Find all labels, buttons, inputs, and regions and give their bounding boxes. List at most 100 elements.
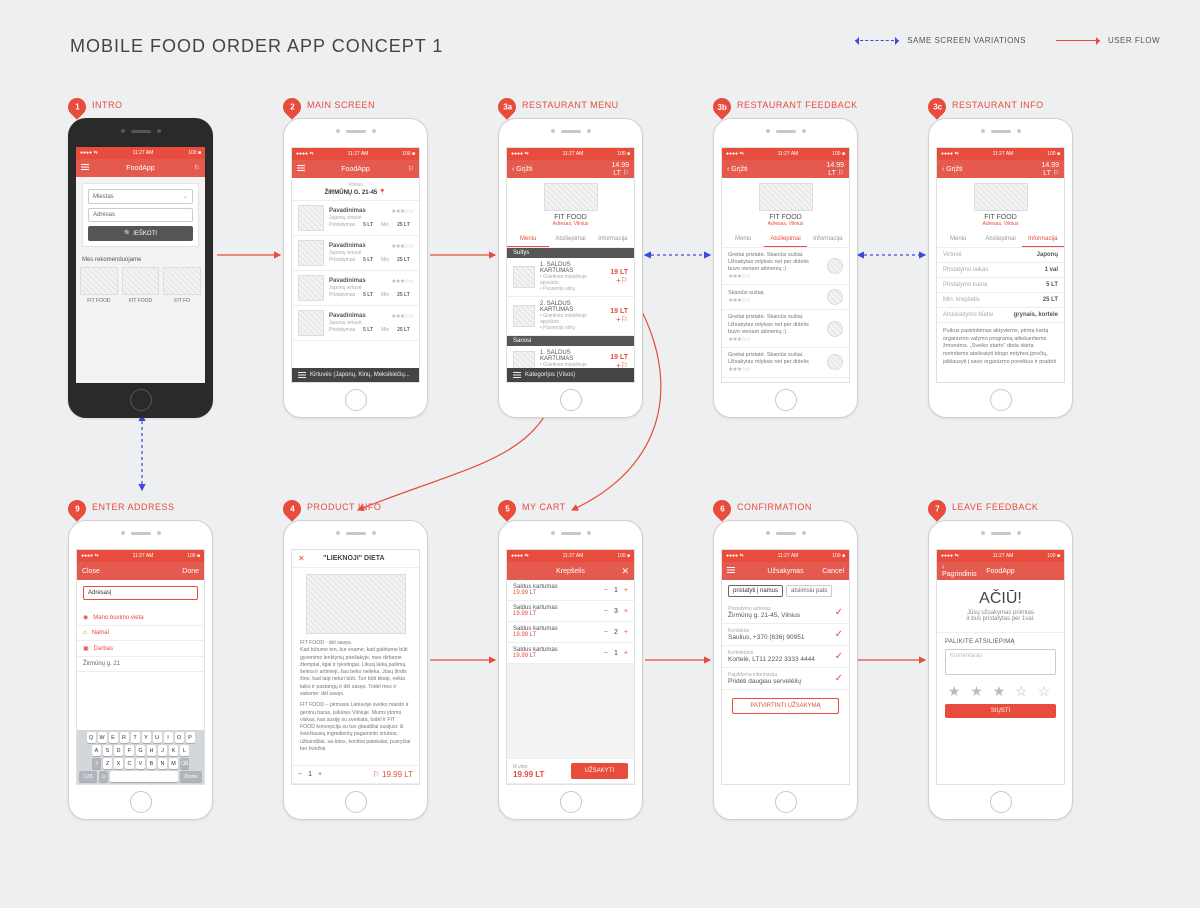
page-title: MOBILE FOOD ORDER APP CONCEPT 1	[70, 36, 443, 57]
review-row: Greitai pristatė. Skaniūs sušiai. Užsaky…	[722, 310, 849, 347]
phone-feedback: ●●●● ⇆11:27 AM100 ■ ‹ Grįžti14.99 LT ⚐ F…	[713, 118, 858, 418]
plus-button[interactable]: +	[624, 650, 628, 657]
category-filter[interactable]: Kategorijos (Visos)	[507, 368, 634, 382]
phone-product: ✕"LIEKNOJI" DIETA FIT FOOD - dėl savęs. …	[283, 520, 428, 820]
opt-work[interactable]: ▣ Darbas	[77, 641, 204, 657]
back-button[interactable]: ‹ Pagrindinis	[942, 564, 966, 578]
info-row: Pristatymo laikas1 val	[937, 263, 1064, 278]
search-button[interactable]: 🔍 IEŠKOTI	[88, 226, 193, 241]
done-button[interactable]: Done	[175, 568, 199, 575]
legend: SAME SCREEN VARIATIONS USER FLOW	[855, 36, 1160, 45]
cancel-button[interactable]: Cancel	[820, 568, 844, 575]
minus-button[interactable]: −	[604, 629, 608, 636]
back-button[interactable]: ‹ Grįžti	[512, 166, 536, 173]
opt-location[interactable]: ◉ Mano buvimo vieta	[77, 610, 204, 626]
minus-button[interactable]: −	[298, 771, 302, 778]
address-field[interactable]: Adresas|	[83, 586, 198, 600]
minus-button[interactable]: −	[604, 608, 608, 615]
review-row: Skaniūs sušiai.★★★☆☆	[722, 285, 849, 310]
phone-main: ●●●● ⇆11:27 AM100 ■ FoodApp⚐ Vilnius ŽIR…	[283, 118, 428, 418]
plus-button[interactable]: +	[318, 771, 322, 778]
pin-label-1: INTRO	[92, 100, 123, 110]
pin-4: 4	[279, 496, 304, 521]
confirm-row[interactable]: Kortelė/pnsKortelė, LT11 2222 3333 4444 …	[722, 646, 849, 668]
confirm-row[interactable]: KontaktaiSaulius, +370 (636) 90951 ✓	[722, 624, 849, 646]
restaurant-row[interactable]: Pavadinimas★★★☆☆ Juponų virtuvė Pristaty…	[292, 236, 419, 271]
pin-label-9: ENTER ADDRESS	[92, 502, 175, 512]
restaurant-row[interactable]: Pavadinimas★★★☆☆ Juponų virtuvė Pristaty…	[292, 201, 419, 236]
star-rating[interactable]: ★ ★ ★ ☆ ☆	[945, 679, 1056, 704]
address-input[interactable]: Adresas	[88, 208, 193, 222]
pin-label-2: MAIN SCREEN	[307, 100, 375, 110]
close-icon[interactable]: ✕	[298, 554, 305, 563]
tab-info[interactable]: Informacija	[592, 232, 634, 247]
suggestion[interactable]: Žirmūnų g. 21	[77, 657, 204, 672]
close-button[interactable]: Close	[82, 568, 106, 575]
phone-cart: ●●●● ⇆11:27 AM100 ■ Krepšelis✕ Saldus ka…	[498, 520, 643, 820]
restaurant-row[interactable]: Pavadinimas★★★☆☆ Juponų virtuvė Pristaty…	[292, 306, 419, 341]
minus-button[interactable]: −	[604, 650, 608, 657]
cart-row: Saldus kartumas19.99 LT −2+	[507, 622, 634, 643]
phone-menu: ●●●● ⇆11:27 AM100 ■ ‹ Grįžti14.99 LT ⚐ F…	[498, 118, 643, 418]
restaurant-row[interactable]: Pavadinimas★★★☆☆ Juponų virtuvė Pristaty…	[292, 271, 419, 306]
pin-3a: 3a	[494, 94, 519, 119]
menu-item[interactable]: 1. SALDUS KARTUMAS• Grietinės mėsiškojo …	[507, 258, 634, 297]
info-row: Min. krepšelis25 LT	[937, 293, 1064, 308]
product-image	[306, 574, 406, 634]
order-button[interactable]: UŽSAKYTI	[571, 763, 628, 779]
cart-row: Saldus kartumas19.99 LT −3+	[507, 601, 634, 622]
opt-home[interactable]: ⌂ Namai	[77, 626, 204, 641]
pin-6: 6	[709, 496, 734, 521]
confirm-button[interactable]: PATVIRTINTI UŽSAKYMĄ	[732, 698, 839, 714]
toggle-deliver[interactable]: pristatyti į namus	[728, 585, 783, 597]
menu-icon[interactable]	[727, 567, 735, 573]
toggle-pickup[interactable]: atsiimsiu pats	[786, 585, 832, 597]
back-button[interactable]: ‹ Grįžti	[942, 166, 966, 173]
plus-button[interactable]: +	[624, 587, 628, 594]
menu-icon[interactable]	[81, 164, 89, 170]
minus-button[interactable]: −	[604, 587, 608, 594]
tab-info[interactable]: Informacija	[1022, 232, 1064, 247]
tab-info[interactable]: Informacija	[807, 232, 849, 247]
pin-label-7: LEAVE FEEDBACK	[952, 502, 1038, 512]
recommend-label: Mes rekomenduojame	[76, 253, 205, 267]
send-button[interactable]: SIŲSTI	[945, 704, 1056, 718]
location-row[interactable]: Vilnius ŽIRMŪNŲ G. 21-45 📍	[292, 178, 419, 201]
phone-address: ●●●● ⇆11:27 AM100 ■ CloseDone Adresas| ◉…	[68, 520, 213, 820]
thumb[interactable]: FIT FO	[163, 267, 201, 304]
menu-item[interactable]: 2. SALDUS KARTUMAS• Grietinės mėsiškojo …	[507, 297, 634, 336]
pin-3b: 3b	[709, 94, 734, 119]
pin-3c: 3c	[924, 94, 949, 119]
back-button[interactable]: ‹ Grįžti	[727, 166, 751, 173]
filter-bar[interactable]: Kirtuvės (Japonų, Kinų, Meksikiečių...	[292, 368, 419, 382]
pin-7: 7	[924, 496, 949, 521]
thumb[interactable]: FIT FOOD	[80, 267, 118, 304]
menu-item[interactable]: 1. SALDUS KARTUMAS• Grietinės mėsiškojo …	[507, 346, 634, 368]
tab-feedback[interactable]: Atsiliepimai	[549, 232, 591, 247]
tab-menu[interactable]: Meniu	[507, 232, 549, 247]
confirm-row[interactable]: Pristatymo adresasŽirmūnų g. 21-45, Viln…	[722, 602, 849, 624]
pin-9: 9	[64, 496, 89, 521]
menu-icon[interactable]	[297, 165, 305, 171]
confirm-row[interactable]: Papildoma informacijaPridėti daugiau ser…	[722, 668, 849, 690]
keyboard[interactable]: QWERTYUIOPASDFGHJKL ⇧ZXCVBNM⌫ 123☺Done	[77, 730, 204, 784]
comment-input[interactable]: Komentaras	[945, 649, 1056, 675]
info-desc: Puikus pasirinkimas aktyviems, pirmą kar…	[937, 323, 1064, 371]
add-to-cart[interactable]: ⚐ 19.99 LT	[373, 770, 413, 779]
plus-button[interactable]: +	[624, 629, 628, 636]
pin-label-3b: RESTAURANT FEEDBACK	[737, 100, 858, 110]
city-input[interactable]: Miestas⌄	[88, 189, 193, 204]
close-icon[interactable]: ✕	[605, 566, 629, 577]
cart-row: Saldus kartumas19.99 LT −1+	[507, 580, 634, 601]
tab-feedback[interactable]: Atsiliepimai	[764, 232, 806, 247]
tab-menu[interactable]: Meniu	[937, 232, 979, 247]
review-row: Greitai pristatė. Skaniūs sušiai. Užsaky…	[722, 248, 849, 285]
cart-icon[interactable]: ⚐	[176, 164, 200, 172]
plus-button[interactable]: +	[624, 608, 628, 615]
cart-icon[interactable]: ⚐	[390, 165, 414, 173]
restaurant-name: FIT FOOD	[507, 214, 634, 221]
phone-intro: ●●●● ⇆11:27 AM100 ■ FoodApp⚐ Miestas⌄ Ad…	[68, 118, 213, 418]
thumb[interactable]: FIT FOOD	[122, 267, 160, 304]
tab-menu[interactable]: Meniu	[722, 232, 764, 247]
tab-feedback[interactable]: Atsiliepimai	[979, 232, 1021, 247]
